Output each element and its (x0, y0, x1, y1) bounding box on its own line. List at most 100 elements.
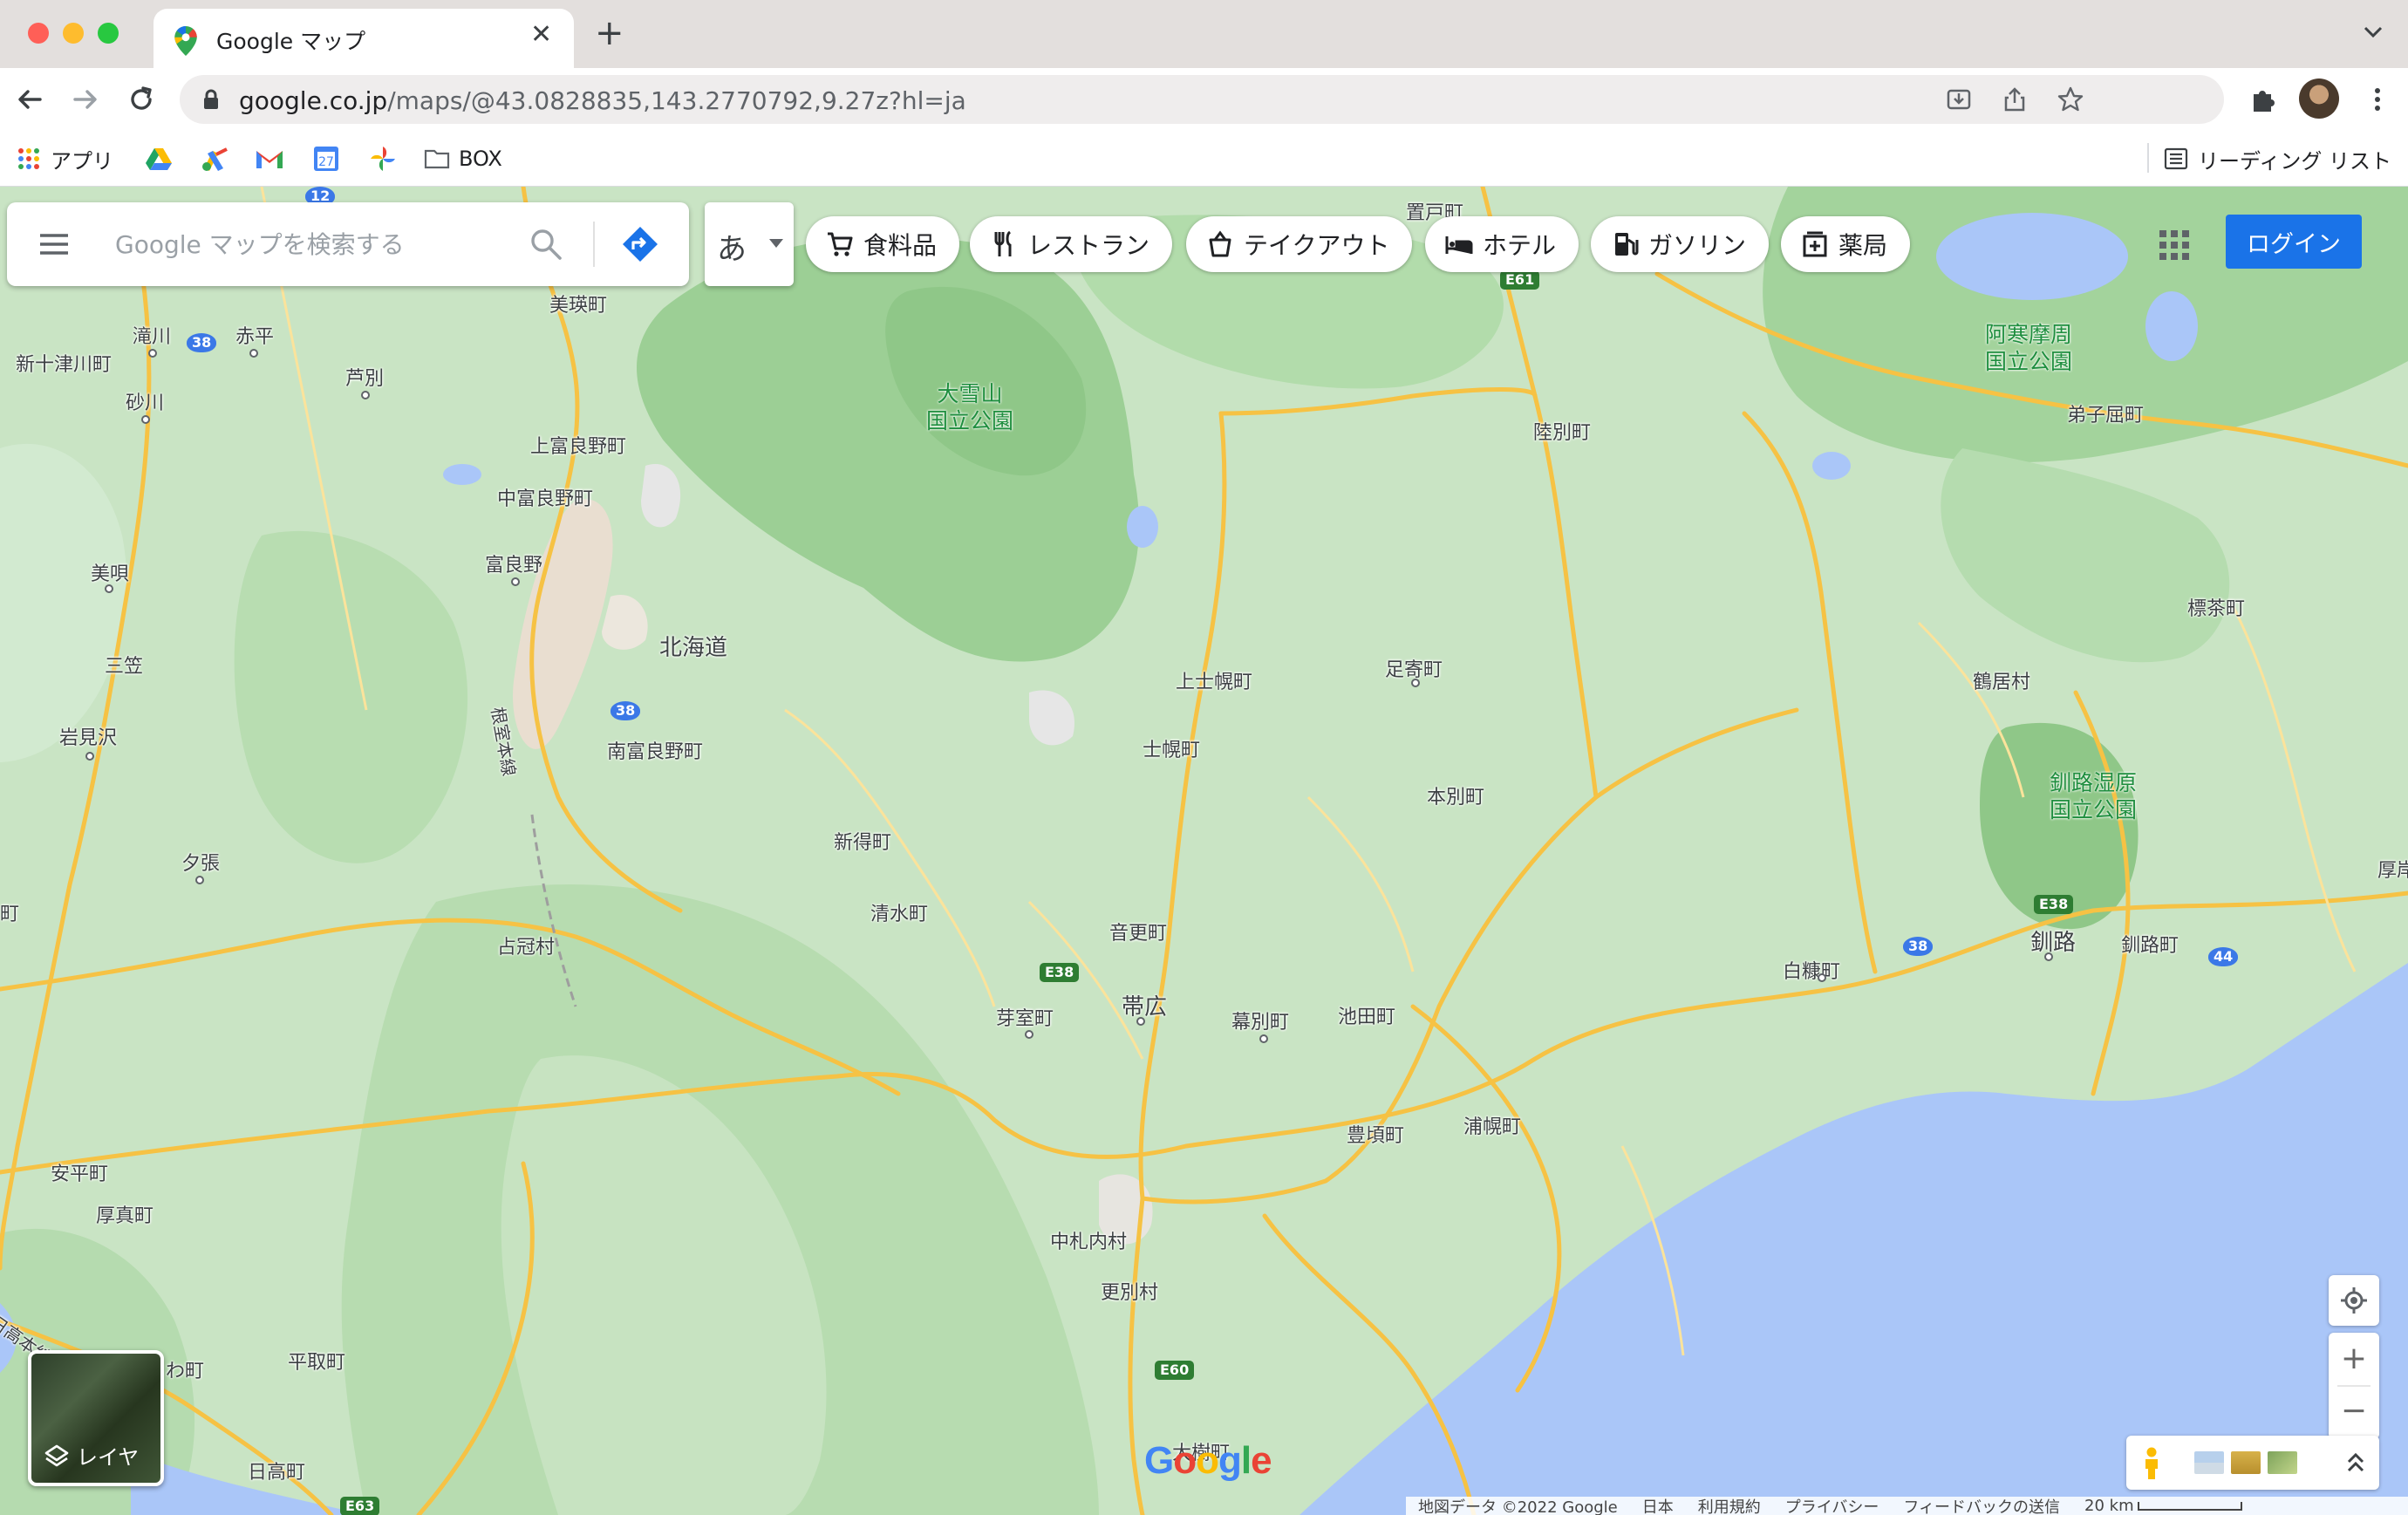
minimize-window-button[interactable] (63, 23, 84, 44)
google-apps-icon[interactable] (2158, 229, 2191, 262)
place-label[interactable]: 砂川 (126, 387, 164, 415)
place-label[interactable]: 清水町 (870, 898, 928, 926)
bookmark-folder-box[interactable]: BOX (424, 141, 502, 176)
chip-groceries[interactable]: 食料品 (806, 216, 960, 272)
privacy-link[interactable]: プライバシー (1773, 1497, 1892, 1515)
url-text[interactable]: google.co.jp/maps/@43.0828835,143.277079… (239, 86, 966, 115)
park-label-kushiro-shitsugen[interactable]: 釧路湿原 国立公園 (2050, 769, 2137, 824)
place-label[interactable]: 芽室町 (996, 1003, 1054, 1031)
forward-arrow-icon[interactable] (68, 82, 103, 117)
place-label[interactable]: 岩見沢 (59, 722, 117, 750)
place-label[interactable]: 弟子屈町 (2067, 399, 2144, 427)
place-label[interactable]: 平取町 (288, 1347, 345, 1375)
input-method-toggle[interactable]: あ (705, 202, 794, 286)
city-marker[interactable] (105, 584, 113, 593)
place-label[interactable]: 士幌町 (1143, 734, 1200, 762)
place-label[interactable]: 美瑛町 (549, 290, 607, 317)
city-marker[interactable] (85, 752, 94, 761)
place-label[interactable]: 占冠村 (497, 932, 555, 959)
chip-pharmacies[interactable]: 薬局 (1781, 216, 1911, 272)
city-marker[interactable] (1259, 1034, 1268, 1043)
imagery-thumbnail[interactable] (2194, 1451, 2224, 1474)
city-marker[interactable] (361, 391, 370, 399)
place-label[interactable]: 町 (0, 898, 19, 926)
search-icon[interactable] (529, 227, 563, 262)
place-label[interactable]: 滝川 (133, 321, 171, 349)
city-marker[interactable] (1818, 973, 1826, 982)
feedback-link[interactable]: フィードバックの送信 (1891, 1497, 2072, 1515)
more-vert-icon[interactable] (2362, 84, 2393, 115)
address-bar[interactable]: google.co.jp/maps/@43.0828835,143.277079… (180, 75, 2224, 124)
my-location-button[interactable] (2329, 1275, 2379, 1326)
park-label-akan[interactable]: 阿寒摩周 国立公園 (1985, 321, 2072, 376)
place-label[interactable]: 中札内村 (1050, 1226, 1127, 1254)
google-calendar-icon[interactable]: 27 (312, 141, 340, 176)
place-label[interactable]: 帯広 (1122, 989, 1167, 1021)
place-label[interactable]: 新十津川町 (16, 349, 112, 377)
place-label[interactable]: 富良野 (485, 549, 542, 577)
city-marker[interactable] (141, 415, 150, 424)
city-marker[interactable] (249, 349, 258, 358)
place-label[interactable]: 鶴居村 (1973, 666, 2030, 694)
place-label[interactable]: 更別村 (1101, 1277, 1158, 1305)
place-label[interactable]: 赤平 (235, 321, 274, 349)
place-label[interactable]: 釧路町 (2121, 930, 2179, 958)
park-label-daisetsuzan[interactable]: 大雪山 国立公園 (926, 380, 1013, 435)
hamburger-menu-icon[interactable] (37, 230, 72, 258)
login-button[interactable]: ログイン (2226, 215, 2362, 269)
caret-down-icon[interactable] (769, 239, 783, 248)
map-canvas[interactable]: 北海道 大雪山 国立公園 阿寒摩周 国立公園 釧路湿原 国立公園 置戸町 美瑛町… (0, 187, 2408, 1515)
directions-icon[interactable] (621, 225, 659, 263)
place-label[interactable]: 音更町 (1109, 918, 1167, 945)
place-label[interactable]: 幕別町 (1231, 1007, 1289, 1034)
city-marker[interactable] (1411, 679, 1420, 687)
place-label[interactable]: 上士幌町 (1176, 666, 1252, 694)
chevron-up-double-icon[interactable] (2344, 1450, 2367, 1476)
reading-list-button[interactable]: リーディング リスト (2163, 141, 2391, 176)
place-label[interactable]: 厚真町 (96, 1200, 153, 1228)
back-arrow-icon[interactable] (12, 82, 47, 117)
place-label[interactable]: 浦幌町 (1463, 1111, 1521, 1139)
bookmark-apps[interactable]: アプリ (16, 141, 113, 176)
browser-tab[interactable]: Google マップ ✕ (153, 9, 574, 68)
close-window-button[interactable] (28, 23, 49, 44)
new-tab-button[interactable]: + (595, 16, 624, 51)
reload-icon[interactable] (124, 82, 159, 117)
close-tab-icon[interactable]: ✕ (530, 19, 552, 50)
chip-gas-stations[interactable]: ガソリン (1591, 216, 1770, 272)
place-label[interactable]: 中富良野町 (497, 483, 593, 511)
place-label[interactable]: 豊頃町 (1347, 1120, 1404, 1148)
zoom-out-button[interactable]: − (2329, 1387, 2379, 1439)
google-ads-icon[interactable] (201, 141, 230, 176)
pegman-icon[interactable] (2140, 1446, 2163, 1481)
google-drive-icon[interactable] (145, 141, 173, 176)
imagery-thumbnail[interactable] (2231, 1451, 2261, 1474)
bookmark-star-icon[interactable] (2057, 85, 2084, 113)
maximize-window-button[interactable] (98, 23, 119, 44)
scale-indicator[interactable]: 20 km (2072, 1497, 2255, 1515)
chip-takeout[interactable]: テイクアウト (1186, 216, 1413, 272)
place-label[interactable]: 日高町 (248, 1457, 305, 1484)
zoom-in-button[interactable]: + (2329, 1333, 2379, 1385)
layers-button[interactable]: レイヤ (28, 1350, 164, 1486)
gmail-icon[interactable] (255, 141, 284, 176)
share-icon[interactable] (2001, 85, 2029, 113)
search-input[interactable] (115, 225, 525, 263)
place-label[interactable]: 新得町 (834, 827, 891, 855)
google-photos-icon[interactable] (368, 141, 398, 176)
place-label[interactable]: 安平町 (51, 1158, 108, 1186)
chip-restaurants[interactable]: レストラン (970, 216, 1173, 272)
place-label[interactable]: 厚岸 (2377, 855, 2408, 883)
place-label[interactable]: 釧路 (2030, 925, 2076, 957)
place-label[interactable]: 陸別町 (1533, 417, 1591, 445)
place-label[interactable]: 三笠 (105, 651, 143, 679)
city-marker[interactable] (195, 876, 204, 884)
place-label[interactable]: 上富良野町 (530, 431, 626, 459)
lock-icon[interactable] (202, 89, 220, 110)
place-label[interactable]: 南富良野町 (607, 736, 703, 764)
city-marker[interactable] (2044, 952, 2053, 961)
chevron-down-icon[interactable] (2362, 23, 2384, 42)
place-label[interactable]: 白糠町 (1783, 956, 1840, 984)
place-label[interactable]: 夕張 (181, 848, 220, 876)
imagery-thumbnail[interactable] (2268, 1451, 2297, 1474)
